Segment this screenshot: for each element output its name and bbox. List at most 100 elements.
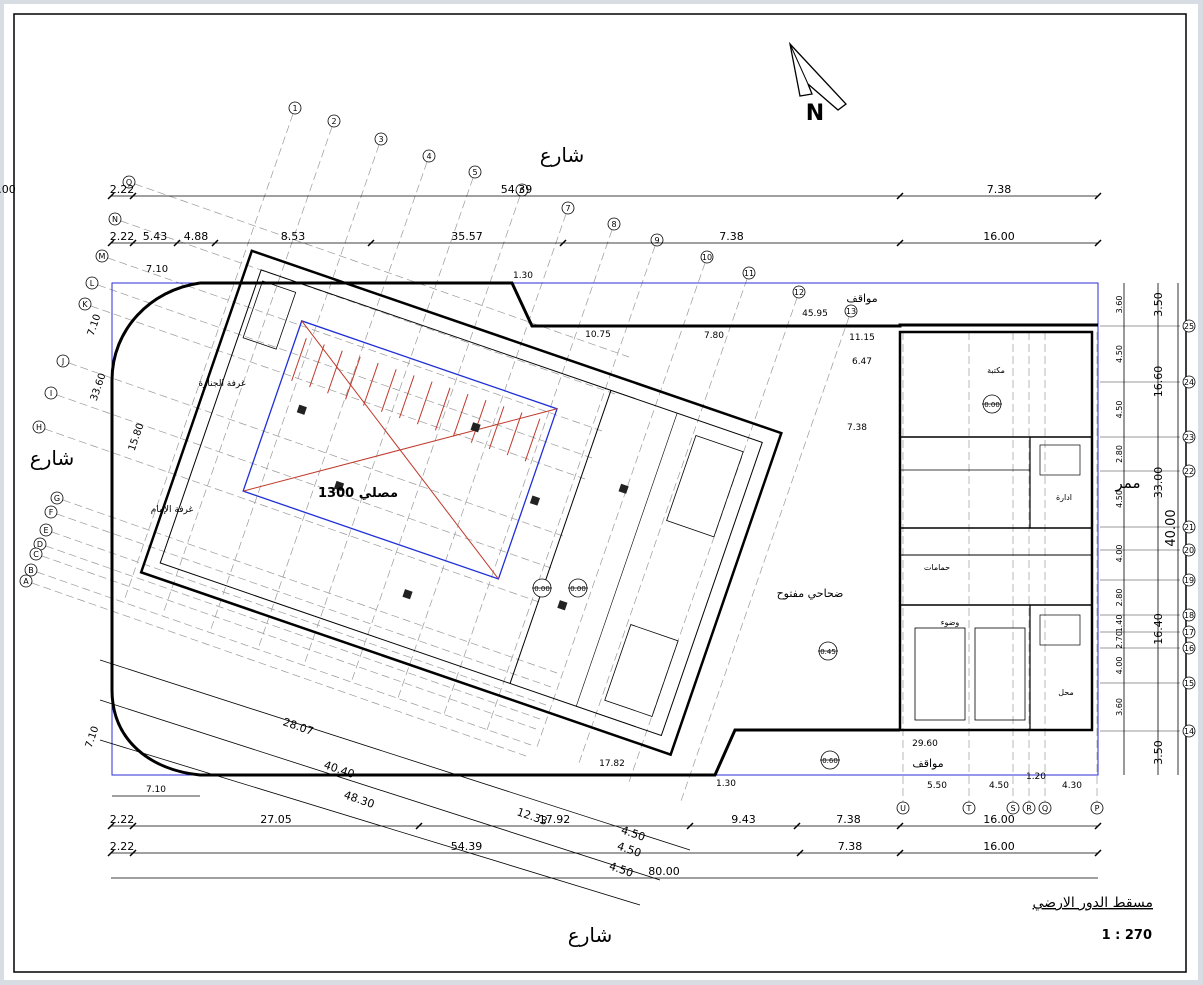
grid-number-3: 3 [378, 135, 383, 144]
dim-wall-top-6: 1.30 [513, 271, 533, 281]
grid-letter-E: E [43, 526, 48, 535]
dim-wall-bottom-1: 5.50 [927, 781, 947, 791]
dim-right-inner-9: 4.00 [1115, 657, 1124, 675]
grid-letter-A: A [23, 577, 29, 586]
north-label: N [806, 101, 824, 126]
grid-row-18: 18 [1184, 611, 1194, 620]
grid-letter-D: D [37, 540, 43, 549]
dim-bottom1-label-5: 16.00 [983, 813, 1015, 826]
dim-top1-label-1: 54.39 [501, 183, 533, 196]
grid-row-17: 17 [1184, 628, 1194, 637]
dim-wall-top-1: 11.15 [849, 333, 875, 343]
grid-col-S: S [1010, 804, 1015, 813]
dim-wall-bottom-3: 4.30 [1062, 781, 1082, 791]
admin-label: ادارة [1056, 493, 1072, 502]
dim-top1-label-2: 7.38 [987, 183, 1012, 196]
library-label: مكتبة [987, 366, 1005, 375]
dim-top1-label-3: 16.00 [0, 183, 16, 196]
level-value-3: 0.45 [820, 648, 836, 656]
dim-right-outer-4: 3.50 [1152, 740, 1165, 765]
dim-wall-top-4: 6.47 [852, 357, 872, 367]
grid-letter-B: B [28, 566, 34, 575]
dim-right-inner-2: 4.50 [1115, 401, 1124, 419]
grid-letter-J: J [61, 357, 64, 366]
grid-letter-I: I [50, 389, 52, 398]
grid-number-10: 10 [702, 253, 712, 262]
dim-bottom2-label-1: 54.39 [451, 840, 483, 853]
dim-right-outer-0: 3.50 [1152, 292, 1165, 317]
dim-top2-label-6: 16.00 [983, 230, 1015, 243]
level-value-1: 0.00 [534, 585, 550, 593]
sheet-scale: 1 : 270 [1102, 928, 1152, 943]
dim-right-inner-6: 2.80 [1115, 589, 1124, 607]
grid-number-1: 1 [292, 104, 297, 113]
dim-bottom2-label-0: 2.22 [110, 840, 135, 853]
parking-label-bottom: مواقف [912, 757, 943, 770]
dim-right-outer-3: 16.40 [1152, 613, 1165, 645]
street-label-top: شارع [540, 143, 584, 167]
grid-letter-K: K [82, 300, 88, 309]
dim-bottom1-label-1: 27.05 [260, 813, 292, 826]
grid-number-13: 13 [846, 307, 856, 316]
grid-row-20: 20 [1184, 546, 1194, 555]
dim-right-inner-1: 4.50 [1115, 345, 1124, 363]
grid-row-21: 21 [1184, 523, 1194, 532]
corridor-label: ممر [1115, 474, 1141, 492]
grid-number-7: 7 [565, 204, 570, 213]
dim-right-inner-7: 1.40 [1115, 615, 1124, 633]
grid-number-2: 2 [331, 117, 336, 126]
dim-top2-label-1: 5.43 [143, 230, 168, 243]
level-value-2: 0.00 [570, 585, 586, 593]
grid-letter-L: L [90, 279, 95, 288]
dim-top2-label-2: 4.88 [184, 230, 209, 243]
sheet-title: مسقط الدور الارضي [1033, 895, 1153, 911]
dim-wall-top-2: 10.75 [585, 330, 611, 340]
grid-letter-H: H [36, 423, 42, 432]
grid-row-24: 24 [1184, 378, 1194, 387]
dim-right-outer-1: 16.60 [1152, 366, 1165, 398]
street-label-left: شارع [30, 446, 74, 470]
grid-row-22: 22 [1184, 467, 1194, 476]
courtyard-label: ضحاحي مفتوح [777, 587, 844, 600]
dim-right-inner-4: 4.50 [1115, 490, 1124, 508]
dim-right-inner-3: 2.80 [1115, 445, 1124, 463]
grid-number-4: 4 [426, 152, 431, 161]
floor-plan-sheet: N 12345678910111213ONMLKJIHGFEDCBA252423… [0, 4, 1198, 980]
dim-diag-left-0: 7.10 [146, 264, 168, 275]
room-imam-label: غرفة الإمام [151, 505, 194, 515]
grid-col-R: R [1026, 804, 1032, 813]
dim-right-overall: 40.00 [1164, 509, 1179, 546]
dim-wall-bottom-5: 17.82 [599, 759, 625, 769]
grid-row-15: 15 [1184, 679, 1194, 688]
sheet-paper [4, 4, 1198, 980]
level-value-0: 0.00 [984, 401, 1000, 409]
wudu-label: وضوء [941, 618, 960, 627]
grid-letter-F: F [49, 508, 54, 517]
grid-letter-C: C [33, 550, 39, 559]
grid-row-16: 16 [1184, 644, 1194, 653]
room-janaza-label: غرفة الجنازة [198, 379, 246, 389]
grid-number-12: 12 [794, 288, 804, 297]
dim-wall-top-3: 7.80 [704, 331, 724, 341]
dim-right-outer-2: 33.00 [1152, 467, 1165, 499]
grid-row-14: 14 [1184, 727, 1194, 736]
dim-total-label: 80.00 [648, 865, 680, 878]
dim-right-inner-8: 2.70 [1115, 631, 1124, 649]
grid-number-9: 9 [654, 236, 659, 245]
dim-top2-label-5: 7.38 [719, 230, 744, 243]
dim-wall-top-0: 45.95 [802, 309, 828, 319]
grid-col-Q: Q [1042, 804, 1048, 813]
grid-letter-G: G [54, 494, 60, 503]
parking-label-top: مواقف [846, 292, 877, 305]
dim-wall-bottom-4: 1.20 [1026, 772, 1046, 782]
dim-wall-bottom-6: 1.30 [716, 779, 736, 789]
street-label-bottom: شارع [568, 923, 612, 947]
grid-col-P: P [1095, 804, 1100, 813]
dim-top2-label-4: 35.57 [451, 230, 483, 243]
dim-bottom2-label-3: 16.00 [983, 840, 1015, 853]
baths-label: حمامات [924, 563, 950, 572]
level-value-4: 0.60 [822, 757, 838, 765]
dim-wall-top-5: 7.38 [847, 423, 867, 433]
dim-top2-label-3: 8.53 [281, 230, 306, 243]
grid-row-23: 23 [1184, 433, 1194, 442]
